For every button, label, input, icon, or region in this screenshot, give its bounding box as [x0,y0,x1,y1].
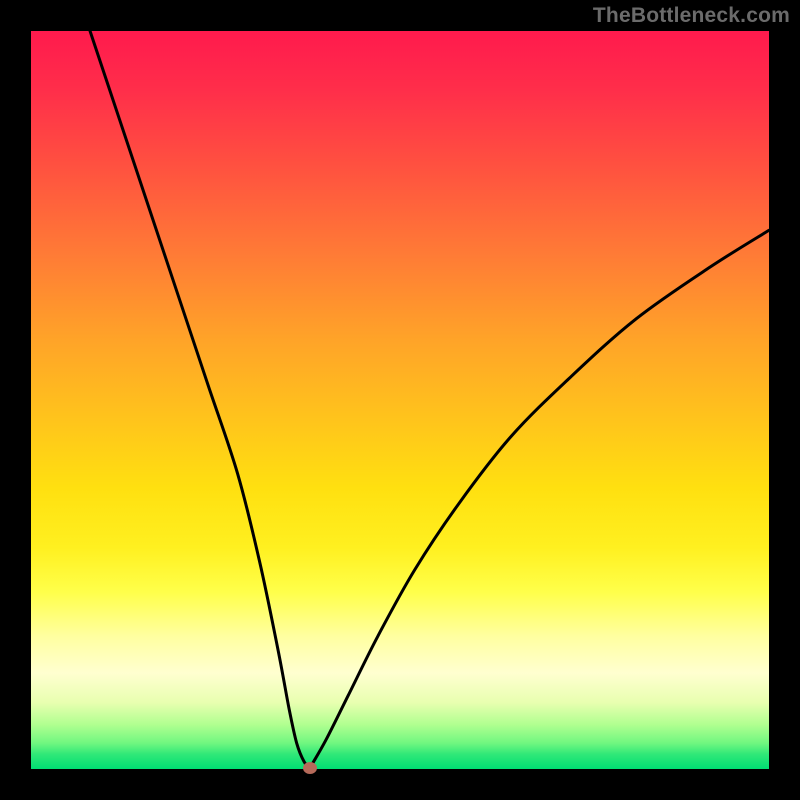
minimum-marker [303,762,317,774]
plot-area [31,31,769,769]
watermark-text: TheBottleneck.com [593,4,790,28]
bottleneck-curve-path [90,31,769,768]
curve-svg [31,31,769,769]
chart-frame: TheBottleneck.com [0,0,800,800]
